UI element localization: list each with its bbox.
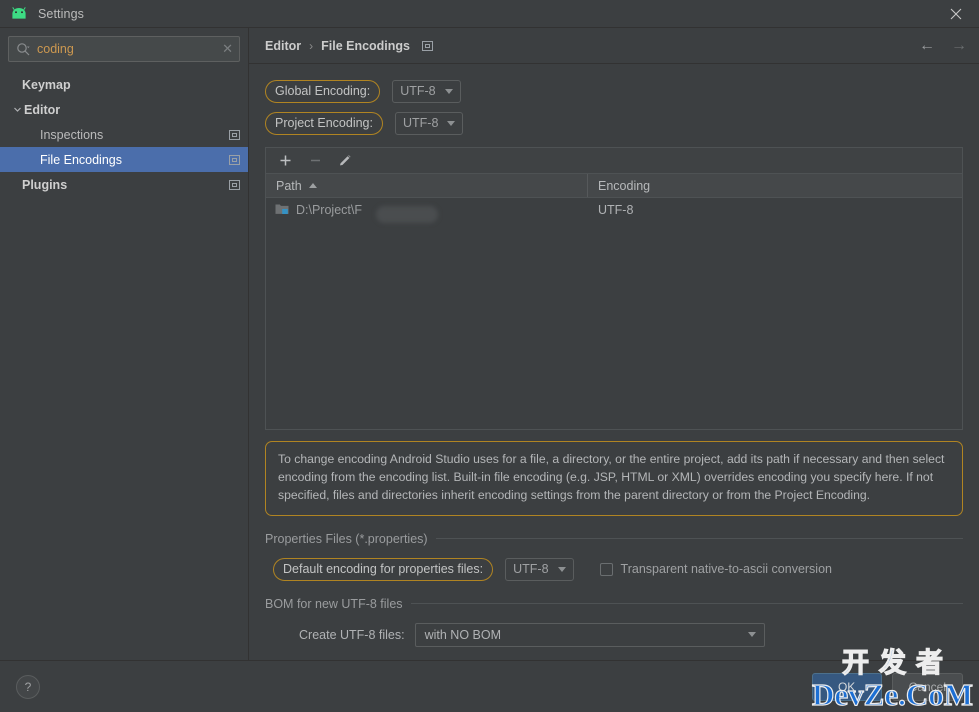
cell-path-text: D:\Project\F — [296, 203, 362, 217]
encoding-info-note: To change encoding Android Studio uses f… — [265, 441, 963, 516]
table-body: D:\Project\F UTF-8 — [266, 198, 962, 429]
default-properties-encoding-value: UTF-8 — [513, 562, 549, 577]
chevron-down-icon — [557, 566, 566, 572]
dialog-body: coding ✕ Keymap Editor Inspections File … — [0, 28, 979, 660]
clear-icon[interactable]: ✕ — [218, 41, 233, 57]
global-encoding-row: Global Encoding: UTF-8 — [265, 76, 963, 106]
module-folder-icon — [275, 203, 289, 218]
settings-main-panel: Editor › File Encodings ← → Global Encod… — [249, 28, 979, 660]
project-encoding-row: Project Encoding: UTF-8 — [265, 108, 963, 138]
table-header: Path Encoding — [266, 174, 962, 198]
sidebar-item-label: Keymap — [22, 77, 71, 92]
table-toolbar — [266, 148, 962, 174]
back-arrow-icon[interactable]: ← — [919, 37, 935, 54]
plus-icon[interactable] — [277, 153, 293, 169]
close-icon[interactable] — [933, 0, 979, 28]
navigation-buttons: ← → — [919, 28, 967, 63]
cancel-button[interactable]: Cancel — [891, 672, 963, 701]
breadcrumb: Editor › File Encodings ← → — [249, 28, 979, 64]
chevron-down-icon — [447, 120, 456, 126]
cell-encoding[interactable]: UTF-8 — [588, 203, 962, 217]
sidebar-item-label: File Encodings — [40, 152, 122, 167]
settings-tree: Keymap Editor Inspections File Encodings — [0, 72, 248, 660]
sidebar-item-label: Inspections — [40, 127, 104, 142]
transparent-conversion-checkbox-wrap[interactable]: Transparent native-to-ascii conversion — [599, 562, 832, 577]
column-header-path-label: Path — [276, 178, 302, 193]
minus-icon — [307, 153, 323, 169]
breadcrumb-current: File Encodings — [321, 38, 411, 53]
create-utf8-files-value: with NO BOM — [424, 627, 501, 642]
file-encodings-content: Global Encoding: UTF-8 Project Encoding:… — [249, 64, 979, 660]
transparent-conversion-label: Transparent native-to-ascii conversion — [620, 562, 832, 577]
settings-modified-icon — [229, 179, 240, 190]
search-input[interactable]: coding — [37, 43, 218, 56]
project-encoding-value: UTF-8 — [402, 116, 439, 130]
sidebar-item-file-encodings[interactable]: File Encodings — [0, 147, 248, 172]
default-properties-encoding-row: Default encoding for properties files: U… — [265, 557, 963, 581]
create-utf8-files-label: Create UTF-8 files: — [299, 627, 405, 642]
create-utf8-files-row: Create UTF-8 files: with NO BOM — [265, 622, 963, 647]
settings-modified-icon — [229, 154, 240, 165]
chevron-down-icon — [747, 632, 756, 638]
ok-button[interactable]: OK — [811, 672, 882, 701]
settings-modified-icon — [422, 40, 434, 51]
sidebar-item-inspections[interactable]: Inspections — [0, 122, 248, 147]
window-title: Settings — [38, 6, 84, 21]
search-box[interactable]: coding ✕ — [8, 36, 240, 62]
breadcrumb-separator: › — [309, 38, 314, 53]
column-header-encoding-label: Encoding — [598, 178, 651, 193]
column-header-path[interactable]: Path — [266, 174, 588, 197]
sidebar-item-plugins[interactable]: Plugins — [0, 172, 248, 197]
breadcrumb-parent[interactable]: Editor — [265, 39, 301, 53]
sort-ascending-icon — [308, 183, 317, 188]
help-icon[interactable]: ? — [16, 674, 40, 699]
cell-path: D:\Project\F — [266, 203, 588, 223]
redacted-path-overlay — [376, 205, 438, 223]
forward-arrow-icon[interactable]: → — [951, 37, 967, 54]
project-encoding-label: Project Encoding: — [265, 111, 383, 135]
table-row[interactable]: D:\Project\F UTF-8 — [266, 198, 962, 223]
bom-group-title: BOM for new UTF-8 files — [265, 596, 403, 611]
bom-group: BOM for new UTF-8 files Create UTF-8 fil… — [265, 597, 963, 660]
create-utf8-files-combo[interactable]: with NO BOM — [414, 622, 765, 647]
dialog-footer: ? OK Cancel — [0, 660, 979, 712]
bom-group-header: BOM for new UTF-8 files — [265, 597, 963, 611]
sidebar-item-editor[interactable]: Editor — [0, 97, 248, 122]
transparent-conversion-checkbox[interactable] — [599, 562, 613, 576]
divider — [410, 603, 963, 605]
settings-dialog: Settings coding ✕ Keymap Editor Inspecti… — [0, 0, 979, 712]
default-properties-encoding-combo[interactable]: UTF-8 — [505, 557, 574, 581]
chevron-down-icon[interactable] — [10, 105, 24, 114]
project-encoding-combo[interactable]: UTF-8 — [394, 111, 464, 135]
search-icon — [16, 42, 31, 57]
title-bar: Settings — [0, 0, 979, 28]
global-encoding-label: Global Encoding: — [265, 79, 381, 103]
global-encoding-value: UTF-8 — [400, 84, 436, 98]
sidebar-item-keymap[interactable]: Keymap — [0, 72, 248, 97]
global-encoding-combo[interactable]: UTF-8 — [392, 79, 461, 103]
android-logo-icon — [8, 5, 30, 23]
chevron-down-icon — [444, 88, 453, 94]
sidebar-item-label: Editor — [24, 102, 61, 117]
column-header-encoding[interactable]: Encoding — [588, 174, 962, 197]
divider — [435, 538, 963, 540]
properties-files-group-header: Properties Files (*.properties) — [265, 532, 963, 546]
encodings-table: Path Encoding D:\Project\F UTF-8 — [265, 147, 963, 430]
settings-modified-icon — [229, 129, 240, 140]
properties-files-group: Properties Files (*.properties) Default … — [265, 532, 963, 581]
settings-sidebar: coding ✕ Keymap Editor Inspections File … — [0, 28, 249, 660]
pencil-icon[interactable] — [337, 153, 353, 169]
default-properties-encoding-label: Default encoding for properties files: — [273, 557, 494, 581]
properties-files-group-title: Properties Files (*.properties) — [265, 531, 428, 546]
sidebar-item-label: Plugins — [22, 177, 68, 192]
